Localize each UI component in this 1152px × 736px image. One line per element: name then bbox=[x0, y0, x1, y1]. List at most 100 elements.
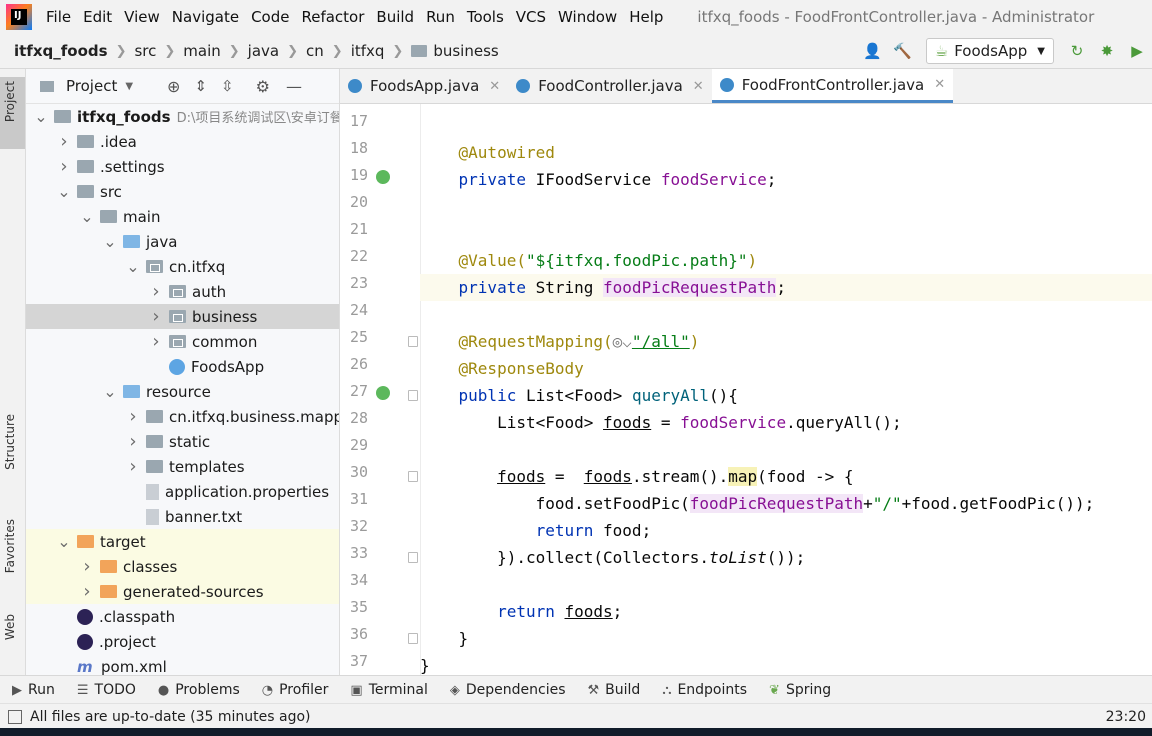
rerun-icon[interactable]: ↻ bbox=[1068, 42, 1086, 60]
tree-item[interactable]: application.properties bbox=[26, 479, 339, 504]
chevron-right-icon[interactable]: › bbox=[80, 581, 94, 602]
menu-help[interactable]: Help bbox=[623, 8, 669, 26]
chevron-right-icon[interactable]: › bbox=[126, 406, 140, 427]
chevron-right-icon[interactable]: › bbox=[126, 456, 140, 477]
fold-icon[interactable] bbox=[408, 633, 418, 644]
chevron-down-icon[interactable]: ⌄ bbox=[34, 108, 48, 124]
tool-endpoints[interactable]: ⛬ Endpoints bbox=[662, 682, 747, 698]
bean-gutter-icon[interactable] bbox=[376, 170, 390, 184]
tree-item[interactable]: › .idea bbox=[26, 129, 339, 154]
tool-run[interactable]: ▶ Run bbox=[12, 682, 55, 698]
collapse-all-icon[interactable]: ⇳ bbox=[221, 77, 234, 95]
close-icon[interactable]: ✕ bbox=[934, 77, 945, 92]
menu-code[interactable]: Code bbox=[245, 8, 295, 26]
tree-item[interactable]: ⌄ resource bbox=[26, 379, 339, 404]
tree-item[interactable]: › business bbox=[26, 304, 339, 329]
tree-item[interactable]: › static bbox=[26, 429, 339, 454]
tree-item[interactable]: ⌄ main bbox=[26, 204, 339, 229]
fold-icon[interactable] bbox=[408, 471, 418, 482]
fold-icon[interactable] bbox=[408, 390, 418, 401]
menu-build[interactable]: Build bbox=[370, 8, 420, 26]
tool-terminal[interactable]: ▣ Terminal bbox=[350, 682, 427, 698]
project-panel-title[interactable]: Project bbox=[66, 77, 117, 95]
status-icon[interactable] bbox=[8, 709, 22, 724]
tree-item[interactable]: m pom.xml bbox=[26, 654, 339, 676]
user-icon[interactable]: 👤 bbox=[863, 42, 882, 60]
tool-profiler[interactable]: ◔ Profiler bbox=[262, 682, 329, 698]
chevron-right-icon[interactable]: › bbox=[80, 556, 94, 577]
menu-run[interactable]: Run bbox=[420, 8, 461, 26]
breadcrumb-item[interactable]: business bbox=[433, 42, 498, 60]
menu-file[interactable]: File bbox=[40, 8, 77, 26]
menu-tools[interactable]: Tools bbox=[461, 8, 510, 26]
tree-item[interactable]: › auth bbox=[26, 279, 339, 304]
tree-item[interactable]: ⌄ src bbox=[26, 179, 339, 204]
chevron-right-icon[interactable]: › bbox=[149, 306, 163, 327]
chevron-down-icon[interactable]: ⌄ bbox=[57, 183, 71, 199]
breadcrumb-item[interactable]: main bbox=[183, 42, 220, 60]
tool-problems[interactable]: ● Problems bbox=[158, 682, 240, 698]
fold-icon[interactable] bbox=[408, 336, 418, 347]
chevron-down-icon[interactable]: ⌄ bbox=[126, 258, 140, 274]
fold-icon[interactable] bbox=[408, 552, 418, 563]
minimize-icon[interactable]: — bbox=[286, 77, 302, 96]
tree-item[interactable]: ⌄ target bbox=[26, 529, 339, 554]
code-editor[interactable]: 17 18 19 20 21 22 23 24 25 26 27 28 29 30 31 32 33 34 35 36… bbox=[340, 104, 1152, 675]
close-icon[interactable]: ✕ bbox=[693, 79, 704, 94]
tab-foodfrontcontroller[interactable]: FoodFrontController.java ✕ bbox=[711, 69, 954, 103]
tree-item[interactable]: › cn.itfxq.business.mapper bbox=[26, 404, 339, 429]
expand-all-icon[interactable]: ⇕ bbox=[194, 77, 207, 95]
tree-item[interactable]: › common bbox=[26, 329, 339, 354]
tree-item[interactable]: › .settings bbox=[26, 154, 339, 179]
chevron-down-icon[interactable]: ⌄ bbox=[57, 533, 71, 549]
chevron-right-icon[interactable]: › bbox=[126, 431, 140, 452]
close-icon[interactable]: ✕ bbox=[489, 79, 500, 94]
breadcrumb-item[interactable]: java bbox=[248, 42, 279, 60]
more-icon[interactable]: ▶ bbox=[1128, 42, 1146, 60]
tool-build[interactable]: ⚒ Build bbox=[588, 682, 641, 698]
tree-item[interactable]: › generated-sources bbox=[26, 579, 339, 604]
tool-tab-structure[interactable]: Structure bbox=[3, 414, 17, 470]
tool-tab-project[interactable]: Project bbox=[3, 81, 17, 122]
tree-item[interactable]: › templates bbox=[26, 454, 339, 479]
chevron-right-icon[interactable]: › bbox=[149, 331, 163, 352]
tree-item[interactable]: .project bbox=[26, 629, 339, 654]
menu-window[interactable]: Window bbox=[552, 8, 623, 26]
locate-icon[interactable]: ⊕ bbox=[167, 77, 180, 96]
breadcrumb-item[interactable]: src bbox=[134, 42, 156, 60]
tool-tab-web[interactable]: Web bbox=[3, 614, 17, 640]
tree-item[interactable]: ⌄ java bbox=[26, 229, 339, 254]
run-config-select[interactable]: ☕ FoodsApp ▼ bbox=[925, 38, 1054, 64]
tree-item[interactable]: FoodsApp bbox=[26, 354, 339, 379]
tool-dependencies[interactable]: ◈ Dependencies bbox=[450, 682, 566, 698]
cursor-position[interactable]: 23:20 bbox=[1106, 709, 1146, 725]
menu-refactor[interactable]: Refactor bbox=[295, 8, 370, 26]
globe-icon[interactable]: ◎⌵ bbox=[613, 332, 632, 351]
breadcrumb-item[interactable]: itfxq_foods bbox=[14, 42, 108, 60]
menu-edit[interactable]: Edit bbox=[77, 8, 118, 26]
tree-item[interactable]: ⌄ cn.itfxq bbox=[26, 254, 339, 279]
hammer-icon[interactable]: 🔨 bbox=[893, 42, 912, 60]
tree-item[interactable]: banner.txt bbox=[26, 504, 339, 529]
menu-vcs[interactable]: VCS bbox=[510, 8, 552, 26]
menu-view[interactable]: View bbox=[118, 8, 166, 26]
chevron-right-icon[interactable]: › bbox=[57, 131, 71, 152]
tool-tab-favorites[interactable]: Favorites bbox=[3, 519, 17, 573]
chevron-right-icon[interactable]: › bbox=[57, 156, 71, 177]
debug-icon[interactable]: ✸ bbox=[1098, 42, 1116, 60]
tab-foodcontroller[interactable]: FoodController.java ✕ bbox=[508, 69, 711, 103]
tree-item[interactable]: › classes bbox=[26, 554, 339, 579]
tree-item[interactable]: .classpath bbox=[26, 604, 339, 629]
gear-icon[interactable]: ⚙ bbox=[256, 77, 270, 96]
tab-foodsapp[interactable]: FoodsApp.java ✕ bbox=[340, 69, 508, 103]
chevron-down-icon[interactable]: ⌄ bbox=[103, 383, 117, 399]
chevron-down-icon[interactable]: ⌄ bbox=[103, 233, 117, 249]
chevron-down-icon[interactable]: ▼ bbox=[125, 81, 133, 92]
chevron-right-icon[interactable]: › bbox=[149, 281, 163, 302]
chevron-down-icon[interactable]: ⌄ bbox=[80, 208, 94, 224]
menu-navigate[interactable]: Navigate bbox=[166, 8, 245, 26]
bean-gutter-icon[interactable] bbox=[376, 386, 390, 400]
breadcrumb-item[interactable]: cn bbox=[306, 42, 324, 60]
tool-todo[interactable]: ☰ TODO bbox=[77, 682, 136, 698]
tool-spring[interactable]: ❦ Spring bbox=[769, 682, 831, 698]
